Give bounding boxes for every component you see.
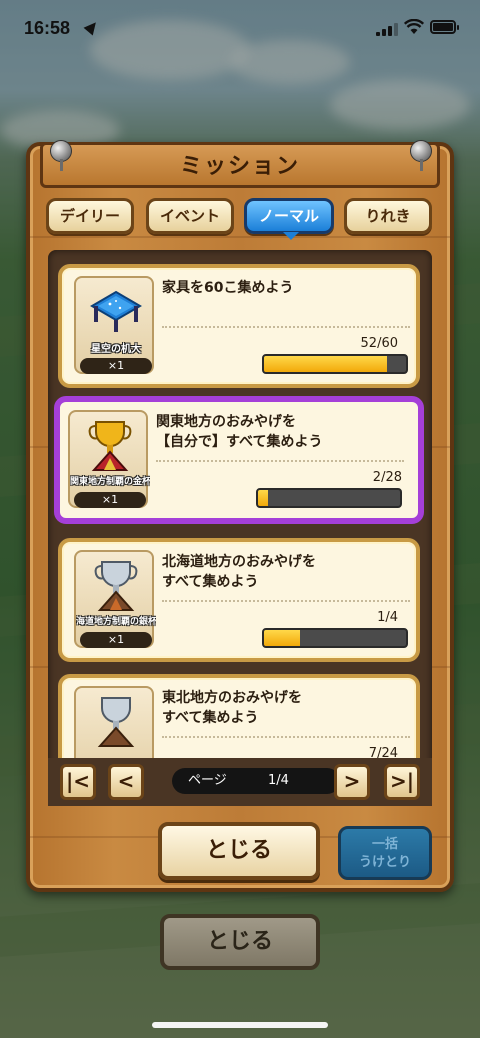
reward-item-name: 星空の机大 bbox=[91, 344, 141, 355]
first-page-button[interactable]: |< bbox=[60, 764, 96, 800]
page-indicator: ページ 1/4 bbox=[172, 768, 340, 794]
reward-item: 星空の机大 ×1 bbox=[74, 276, 154, 374]
progress-count: 52/60 bbox=[360, 336, 398, 351]
progress-bar bbox=[262, 354, 408, 374]
collect-all-line1: 一括 bbox=[371, 837, 398, 852]
collect-all-button[interactable]: 一括 うけとり bbox=[338, 826, 432, 880]
progress-bar-fill bbox=[264, 630, 300, 646]
divider bbox=[156, 460, 404, 462]
prev-page-button[interactable]: < bbox=[108, 764, 144, 800]
silver-cup-icon bbox=[97, 697, 135, 747]
background-close-button[interactable]: とじる bbox=[160, 914, 320, 970]
mission-list[interactable]: 星空の机大 ×1 家具を60こ集めよう 52/60 関東地方制覇の金杯 ×1 関… bbox=[48, 250, 432, 806]
reward-item-name: 関東地方制覇の金杯 bbox=[70, 477, 150, 487]
mission-card[interactable]: 星空の机大 ×1 家具を60こ集めよう 52/60 bbox=[58, 264, 420, 388]
mission-text: 北海道地方のおみやげを すべて集めよう bbox=[162, 554, 316, 590]
wifi-icon bbox=[404, 19, 424, 34]
mission-text: 家具を60こ集めよう bbox=[162, 280, 294, 296]
last-page-button[interactable]: >| bbox=[384, 764, 420, 800]
star-table-icon bbox=[90, 290, 142, 332]
reward-item: 海道地方制覇の銀杯 ×1 bbox=[74, 550, 156, 648]
status-time: 16:58 bbox=[24, 18, 71, 38]
location-arrow-icon bbox=[83, 18, 101, 36]
divider bbox=[162, 736, 410, 738]
mission-text: 東北地方のおみやげを すべて集めよう bbox=[162, 690, 302, 726]
gold-cup-icon bbox=[88, 421, 132, 471]
tab-event[interactable]: イベント bbox=[146, 198, 234, 234]
home-indicator[interactable] bbox=[152, 1022, 328, 1028]
pager: |< < ページ 1/4 > >| bbox=[48, 758, 432, 806]
divider bbox=[162, 600, 410, 602]
progress-bar bbox=[256, 488, 402, 508]
progress-bar-fill bbox=[264, 356, 388, 372]
collect-all-line2: うけとり bbox=[358, 855, 411, 870]
progress-bar bbox=[262, 628, 408, 648]
close-button[interactable]: とじる bbox=[158, 822, 320, 880]
progress-count: 2/28 bbox=[372, 470, 402, 485]
page-label: ページ bbox=[188, 773, 227, 788]
mission-card-highlighted[interactable]: 関東地方制覇の金杯 ×1 関東地方のおみやげを 【自分で】すべて集めよう 2/2… bbox=[54, 396, 424, 524]
reward-count: ×1 bbox=[80, 632, 152, 648]
panel-title: ミッション bbox=[179, 154, 300, 179]
reward-count: ×1 bbox=[80, 358, 152, 374]
mission-text: 関東地方のおみやげを 【自分で】すべて集めよう bbox=[156, 414, 323, 450]
status-bar: 16:58 bbox=[0, 0, 480, 56]
tab-daily[interactable]: デイリー bbox=[46, 198, 134, 234]
tab-normal[interactable]: ノーマル bbox=[244, 198, 334, 234]
battery-icon bbox=[430, 20, 459, 34]
divider bbox=[162, 326, 410, 328]
active-tab-arrow-icon bbox=[283, 232, 299, 240]
reward-count: ×1 bbox=[74, 492, 146, 508]
progress-bar-fill bbox=[258, 490, 269, 506]
cellular-signal-icon bbox=[376, 22, 398, 36]
mission-card[interactable]: 海道地方制覇の銀杯 ×1 北海道地方のおみやげを すべて集めよう 1/4 bbox=[58, 538, 420, 662]
next-page-button[interactable]: > bbox=[334, 764, 370, 800]
progress-count: 1/4 bbox=[377, 610, 398, 625]
tab-history[interactable]: りれき bbox=[344, 198, 432, 234]
page-number: 1/4 bbox=[268, 773, 289, 788]
reward-item-name: 海道地方制覇の銀杯 bbox=[76, 617, 156, 627]
reward-item: 関東地方制覇の金杯 ×1 bbox=[68, 410, 150, 508]
silver-cup-icon bbox=[94, 561, 138, 611]
